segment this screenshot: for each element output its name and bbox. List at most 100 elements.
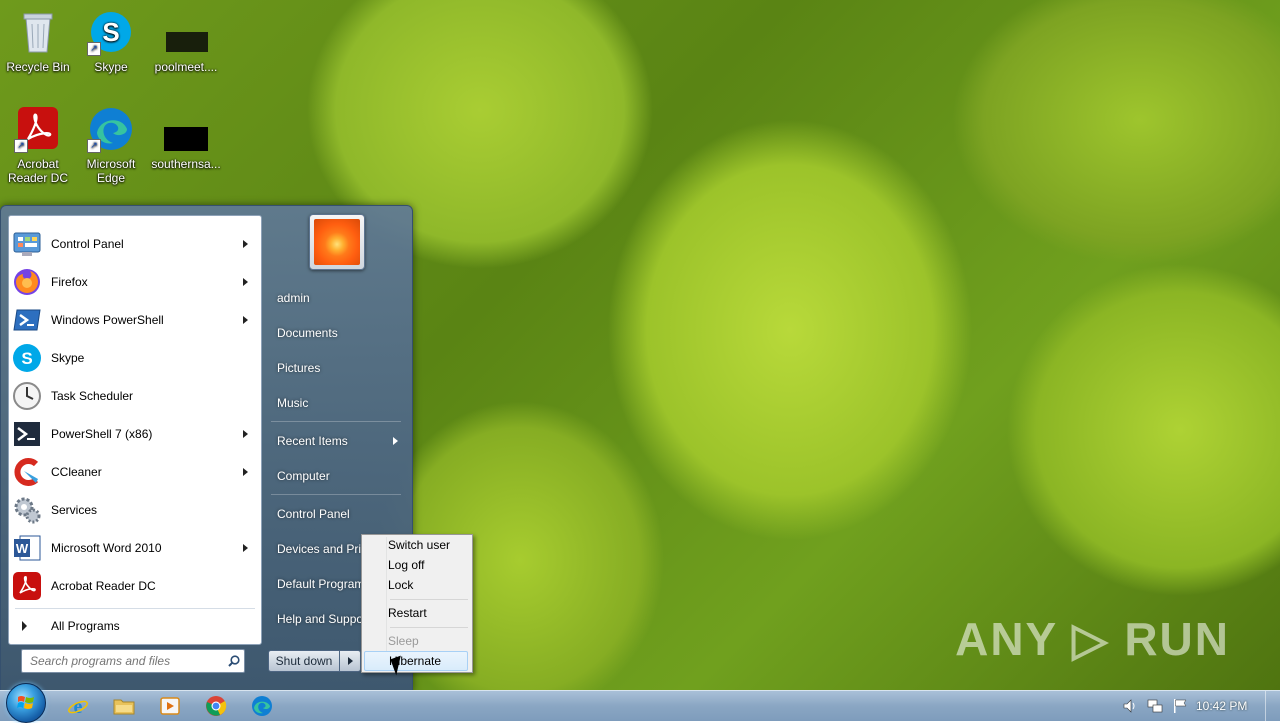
program-powershell-7[interactable]: PowerShell 7 (x86): [12, 417, 256, 451]
system-clock[interactable]: 10:42 PM: [1196, 699, 1247, 713]
windows-logo-icon: [17, 696, 34, 709]
program-control-panel[interactable]: Control Panel: [12, 227, 256, 261]
desktop-icon-label: southernsa...: [151, 157, 221, 171]
right-item-pictures[interactable]: Pictures: [268, 354, 404, 382]
recycle-bin-icon: [14, 8, 62, 56]
program-label: Task Scheduler: [51, 389, 134, 403]
search-input[interactable]: [22, 653, 224, 669]
right-item-label: Help and Support: [277, 612, 371, 626]
firefox-icon: [12, 267, 42, 297]
program-microsoft-word[interactable]: W Microsoft Word 2010: [12, 531, 256, 565]
right-item-admin[interactable]: admin: [268, 284, 404, 312]
menu-item-sleep: Sleep: [364, 631, 468, 651]
desktop-icon-recycle-bin[interactable]: Recycle Bin: [0, 8, 76, 74]
submenu-arrow-icon[interactable]: [243, 278, 248, 286]
programs-pane: Control Panel Firefox Windows PowerShell…: [8, 215, 262, 645]
taskbar: e 10:42 PM: [0, 683, 1280, 723]
user-avatar[interactable]: [309, 214, 365, 270]
taskbar-media-player[interactable]: [150, 693, 190, 719]
power-options-menu: Switch user Log off Lock Restart Sleep H…: [361, 534, 473, 673]
desktop-icon-skype[interactable]: S ↗ Skype: [73, 8, 149, 74]
program-skype[interactable]: S Skype: [12, 341, 256, 375]
shutdown-options-button[interactable]: [339, 650, 361, 672]
start-button[interactable]: [6, 683, 46, 723]
search-box[interactable]: [21, 649, 245, 673]
program-label: Firefox: [51, 275, 88, 289]
taskbar-chrome[interactable]: [196, 693, 236, 719]
program-acrobat-reader[interactable]: Acrobat Reader DC: [12, 569, 256, 603]
all-programs-label: All Programs: [51, 619, 120, 633]
menu-item-restart[interactable]: Restart: [364, 603, 468, 623]
control-panel-icon: [12, 229, 42, 259]
desktop-icon-edge[interactable]: ↗ Microsoft Edge: [73, 105, 149, 185]
menu-item-switch-user[interactable]: Switch user: [364, 535, 468, 555]
desktop-icon-southernsa[interactable]: southernsa...: [148, 105, 224, 171]
submenu-arrow-icon[interactable]: [243, 468, 248, 476]
program-services[interactable]: Services: [12, 493, 256, 527]
taskbar-file-explorer[interactable]: [104, 693, 144, 719]
network-icon[interactable]: [1147, 698, 1163, 714]
menu-item-label: Restart: [388, 606, 427, 620]
powershell-icon: [12, 305, 42, 335]
program-label: Acrobat Reader DC: [51, 579, 156, 593]
program-windows-powershell[interactable]: Windows PowerShell: [12, 303, 256, 337]
submenu-arrow-icon[interactable]: [243, 240, 248, 248]
desktop-icon-poolmeet[interactable]: poolmeet....: [148, 8, 224, 74]
program-firefox[interactable]: Firefox: [12, 265, 256, 299]
desktop-icon-label: Skype: [94, 60, 128, 74]
svg-text:S: S: [102, 17, 119, 47]
anyrun-watermark: ANY ▷ RUN: [955, 613, 1230, 665]
submenu-arrow-icon[interactable]: [243, 544, 248, 552]
program-label: Windows PowerShell: [51, 313, 164, 327]
acrobat-icon: [12, 571, 42, 601]
right-item-music[interactable]: Music: [268, 389, 404, 417]
menu-item-label: Lock: [388, 578, 414, 592]
right-item-recent-items[interactable]: Recent Items: [268, 427, 404, 455]
svg-text:S: S: [21, 349, 32, 368]
shortcut-arrow-icon: ↗: [87, 42, 101, 56]
menu-item-lock[interactable]: Lock: [364, 575, 468, 595]
taskbar-internet-explorer[interactable]: e: [58, 693, 98, 719]
svg-text:W: W: [16, 541, 29, 556]
program-ccleaner[interactable]: CCleaner: [12, 455, 256, 489]
taskbar-edge[interactable]: [242, 693, 282, 719]
acrobat-icon: ↗: [14, 105, 62, 153]
services-icon: [12, 495, 42, 525]
right-item-documents[interactable]: Documents: [268, 319, 404, 347]
file-explorer-icon: [113, 699, 135, 715]
program-label: Services: [51, 503, 98, 517]
divider: [271, 421, 401, 422]
shutdown-label: Shut down: [275, 654, 333, 668]
menu-item-hibernate[interactable]: Hibernate: [364, 651, 468, 671]
desktop-icon-acrobat[interactable]: ↗ Acrobat Reader DC: [0, 105, 76, 185]
right-item-label: Music: [277, 396, 309, 410]
menu-item-label: Switch user: [388, 538, 451, 552]
desktop-icon-label: poolmeet....: [154, 60, 218, 74]
powershell7-icon: [12, 419, 42, 449]
action-center-flag-icon[interactable]: [1172, 698, 1188, 714]
right-item-label: Control Panel: [277, 507, 350, 521]
shutdown-button[interactable]: Shut down: [268, 650, 340, 672]
program-task-scheduler[interactable]: Task Scheduler: [12, 379, 256, 413]
menu-item-label: Sleep: [388, 634, 419, 648]
search-icon[interactable]: [224, 655, 244, 667]
program-label: Microsoft Word 2010: [51, 541, 162, 555]
volume-icon[interactable]: [1122, 698, 1138, 714]
edge-icon: ↗: [87, 105, 135, 153]
show-desktop-button[interactable]: [1265, 691, 1280, 721]
right-item-label: Pictures: [277, 361, 321, 375]
submenu-arrow-icon: [393, 437, 398, 445]
right-item-control-panel[interactable]: Control Panel: [268, 500, 404, 528]
right-item-label: admin: [277, 291, 310, 305]
right-item-computer[interactable]: Computer: [268, 462, 404, 490]
word-icon: W: [12, 533, 42, 563]
all-programs-button[interactable]: All Programs: [14, 612, 254, 640]
menu-item-label: Log off: [388, 558, 425, 572]
submenu-arrow-icon[interactable]: [243, 430, 248, 438]
menu-item-log-off[interactable]: Log off: [364, 555, 468, 575]
desktop-icon-label: Recycle Bin: [6, 60, 70, 74]
submenu-arrow-icon[interactable]: [243, 316, 248, 324]
svg-text:e: e: [74, 696, 83, 717]
internet-explorer-icon: e: [68, 696, 88, 717]
right-item-label: Computer: [277, 469, 330, 483]
